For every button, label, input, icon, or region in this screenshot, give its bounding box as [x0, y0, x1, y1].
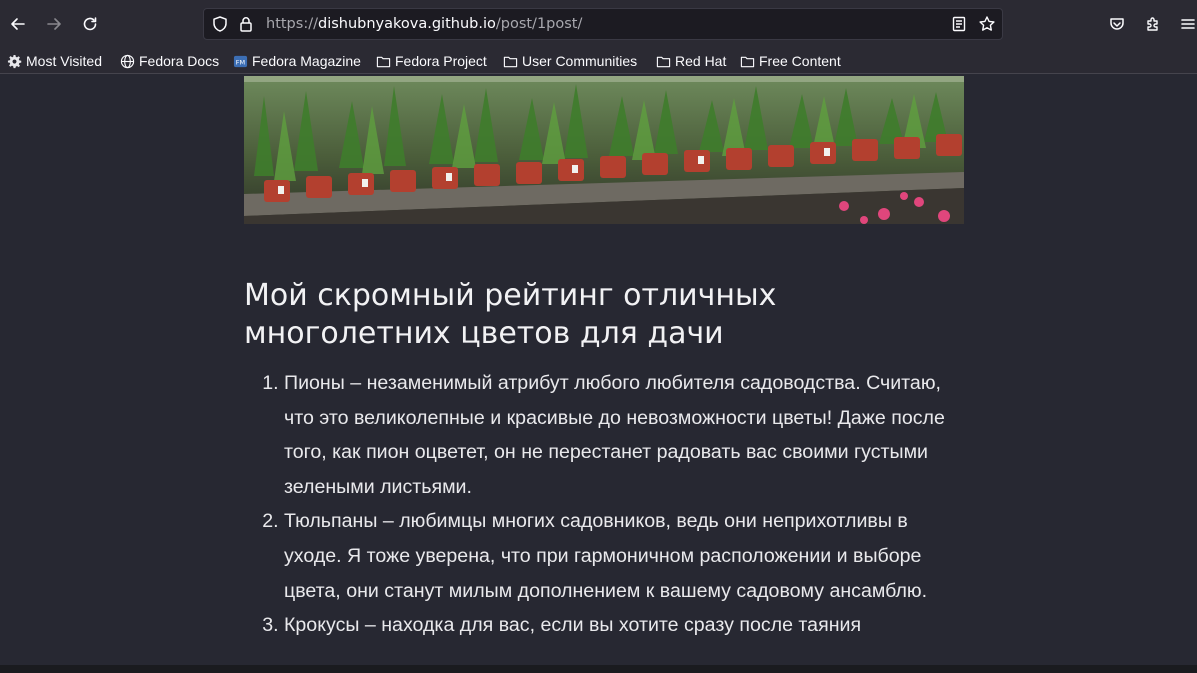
- bookmark-user-communities[interactable]: User Communities: [503, 51, 637, 71]
- arrow-left-icon: [11, 18, 25, 30]
- star-icon[interactable]: [978, 15, 996, 33]
- bookmark-label: User Communities: [522, 53, 638, 69]
- bookmark-most-visited[interactable]: Most Visited: [7, 51, 102, 71]
- url-path: /post/1post/: [495, 16, 583, 32]
- bookmark-fedora-project[interactable]: Fedora Project: [376, 51, 487, 71]
- bookmark-label: Fedora Magazine: [252, 53, 361, 69]
- bookmark-label: Fedora Project: [395, 53, 487, 69]
- post-title: Мой скромный рейтинг отличных многолетни…: [244, 278, 777, 351]
- reload-icon: [83, 17, 97, 31]
- arrow-right-icon: [47, 18, 61, 30]
- folder-icon: [376, 56, 391, 67]
- forward-button[interactable]: [40, 10, 68, 38]
- greenhouse-plants-image: [244, 76, 964, 224]
- list-item: Тюльпаны – любимцы многих садовников, ве…: [284, 504, 964, 608]
- hamburger-menu-icon: [1181, 19, 1195, 29]
- bookmark-fedora-docs[interactable]: Fedora Docs: [120, 51, 219, 71]
- reload-button[interactable]: [76, 10, 104, 38]
- hero-image: [244, 76, 964, 224]
- folder-icon: [656, 56, 671, 67]
- pocket-icon: [1110, 18, 1124, 30]
- shield-icon[interactable]: [211, 15, 229, 33]
- bookmark-free-content[interactable]: Free Content: [740, 51, 841, 71]
- list-item: Крокусы – находка для вас, если вы хотит…: [284, 608, 964, 643]
- reader-view-icon[interactable]: [950, 15, 968, 33]
- folder-icon: [740, 56, 755, 67]
- puzzle-icon: [1147, 17, 1158, 31]
- pocket-button[interactable]: [1103, 10, 1131, 38]
- taskbar-strip: [0, 665, 1197, 673]
- flowers-list: Пионы – незаменимый атрибут любого любит…: [244, 366, 964, 643]
- bookmark-label: Free Content: [759, 53, 841, 69]
- address-bar[interactable]: https://dishubnyakova.github.io/post/1po…: [203, 8, 1003, 40]
- lock-icon[interactable]: [237, 15, 255, 33]
- bookmark-fedora-magazine[interactable]: FM Fedora Magazine: [233, 51, 361, 71]
- gear-icon: [7, 54, 22, 68]
- globe-icon: [120, 54, 135, 68]
- browser-toolbar: https://dishubnyakova.github.io/post/1po…: [0, 0, 1197, 48]
- bookmark-red-hat[interactable]: Red Hat: [656, 51, 726, 71]
- app-menu-button[interactable]: [1174, 10, 1197, 38]
- url-domain: dishubnyakova.github.io: [317, 16, 496, 32]
- url-scheme: https://: [266, 16, 318, 32]
- extensions-button[interactable]: [1139, 10, 1167, 38]
- bookmark-label: Fedora Docs: [139, 53, 220, 69]
- bookmark-label: Most Visited: [26, 53, 102, 69]
- page-content: Мой скромный рейтинг отличных многолетни…: [0, 74, 1197, 673]
- url-text[interactable]: https://dishubnyakova.github.io/post/1po…: [266, 16, 582, 32]
- svg-text:FM: FM: [236, 58, 246, 66]
- list-item: Пионы – незаменимый атрибут любого любит…: [284, 366, 964, 504]
- fm-favicon-icon: FM: [233, 55, 248, 67]
- back-button[interactable]: [4, 10, 32, 38]
- folder-icon: [503, 56, 518, 67]
- bookmarks-toolbar: Most Visited Fedora Docs FM Fedora Magaz…: [0, 48, 1197, 74]
- bookmark-label: Red Hat: [675, 53, 727, 69]
